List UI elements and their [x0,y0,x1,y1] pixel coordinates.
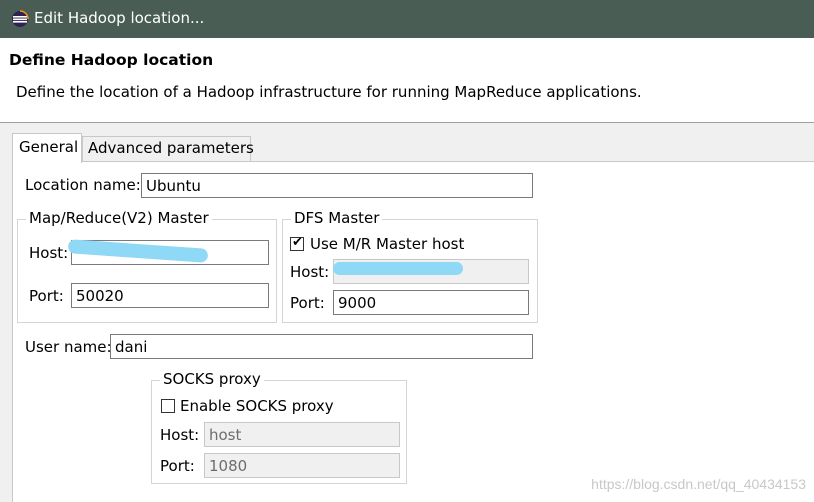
socks-host-input [204,422,400,447]
mr-host-label: Host: [29,244,69,262]
use-mr-host-label[interactable]: Use M/R Master host [310,235,464,253]
watermark: https://blog.csdn.net/qq_40434153 [591,476,806,492]
mr-port-input[interactable] [71,283,269,308]
socks-port-input [204,453,400,478]
socks-port-label: Port: [160,457,195,475]
socks-proxy-group: SOCKS proxy Enable SOCKS proxy Host: Por… [151,370,407,484]
tab-advanced-parameters[interactable]: Advanced parameters [82,136,254,162]
location-name-label: Location name: [25,176,141,194]
checkmark-icon: ✔ [292,235,303,250]
redaction-mark [333,262,463,275]
mr-master-group: Map/Reduce(V2) Master Host: Port: [17,209,277,323]
eclipse-icon [12,10,29,27]
dfs-port-label: Port: [290,294,325,312]
user-name-input[interactable] [110,334,533,359]
location-name-input[interactable] [141,173,533,198]
enable-socks-label[interactable]: Enable SOCKS proxy [180,397,334,415]
dialog-content: General Advanced parameters Location nam… [0,123,814,502]
dfs-host-label: Host: [290,263,330,281]
use-mr-host-checkbox[interactable]: ✔ [290,235,304,251]
enable-socks-checkbox[interactable] [161,399,175,413]
socks-host-label: Host: [160,426,200,444]
user-name-label: User name: [25,338,112,356]
page-title: Define Hadoop location [9,51,214,69]
dialog-header: Define Hadoop location Define the locati… [0,38,814,123]
page-description: Define the location of a Hadoop infrastr… [16,83,642,101]
mr-port-label: Port: [29,287,64,305]
tab-general[interactable]: General [12,133,82,163]
title-bar: Edit Hadoop location... [0,0,814,38]
mr-master-legend: Map/Reduce(V2) Master [26,209,212,227]
general-tab-panel: Location name: Map/Reduce(V2) Master Hos… [12,161,814,502]
dfs-master-legend: DFS Master [291,209,383,227]
dfs-master-group: DFS Master ✔ Use M/R Master host Host: P… [282,209,538,323]
dfs-port-input[interactable] [333,290,529,315]
socks-proxy-legend: SOCKS proxy [160,370,264,388]
window-title: Edit Hadoop location... [34,9,205,27]
